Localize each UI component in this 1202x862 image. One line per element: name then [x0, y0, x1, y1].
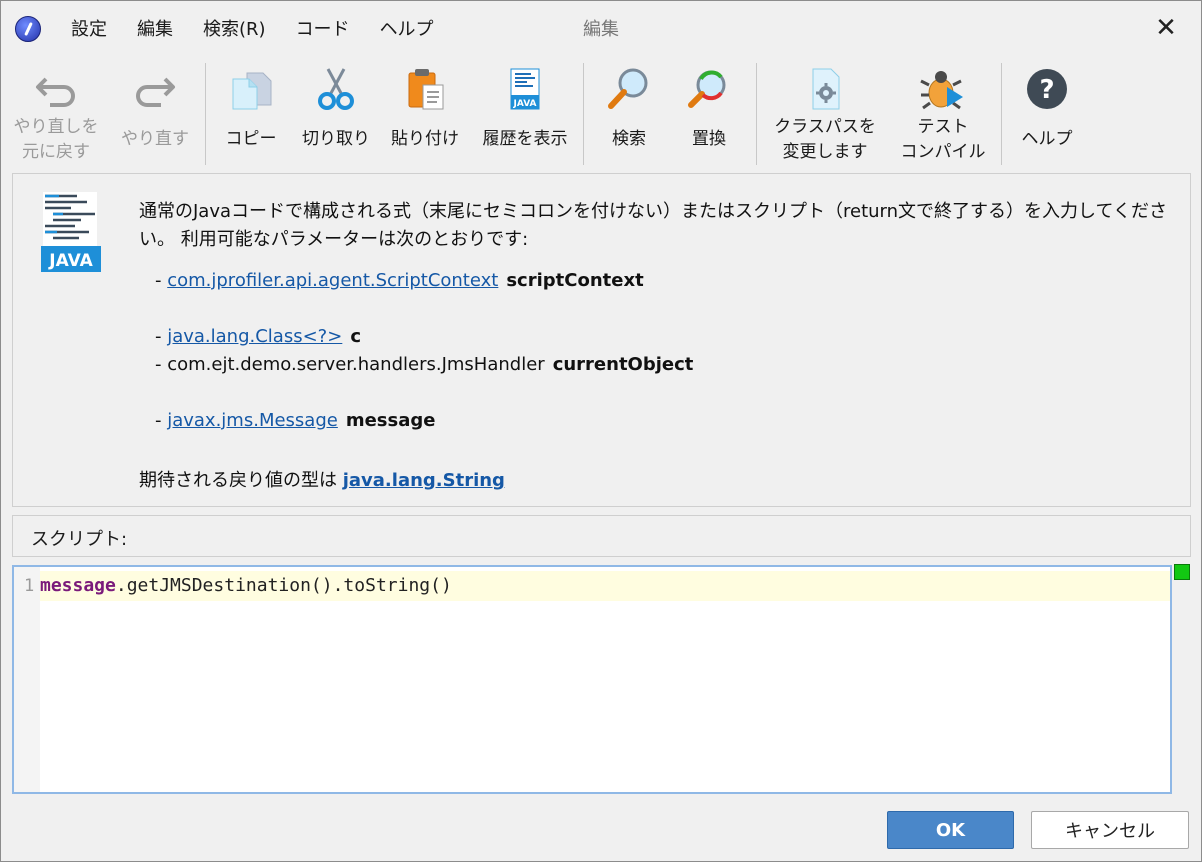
help-button[interactable]: ? ヘルプ: [1007, 57, 1087, 169]
toolbar: やり直しを 元に戻す やり直す コピー 切り取り 貼り付け JAVA 履歴を表示…: [1, 57, 1201, 169]
find-label: 検索: [612, 129, 646, 149]
param-type-link[interactable]: com.jprofiler.api.agent.ScriptContext: [167, 270, 498, 291]
undo-icon: [36, 77, 75, 107]
param-name: currentObject: [552, 354, 694, 375]
param-name: message: [345, 410, 436, 431]
return-type-line: 期待される戻り値の型は java.lang.String: [139, 466, 505, 492]
script-label-bar: スクリプト:: [12, 515, 1191, 557]
menu-settings[interactable]: 設定: [71, 15, 107, 41]
svg-text:JAVA: JAVA: [512, 99, 536, 109]
bug-icon: [920, 71, 963, 110]
svg-text:?: ?: [1039, 75, 1054, 105]
scissors-icon: [318, 68, 354, 110]
dialog-window: 設定 編集 検索(R) コード ヘルプ 編集 ✕ やり直しを 元に戻す やり直す: [0, 0, 1202, 862]
ok-button[interactable]: OK: [887, 811, 1014, 849]
magnifier-icon: [608, 68, 648, 109]
redo-button[interactable]: やり直す: [109, 57, 201, 169]
toolbar-separator: [205, 63, 206, 165]
cut-label: 切り取り: [302, 129, 370, 149]
compile-status-indicator: [1174, 564, 1190, 580]
replace-icon: [688, 70, 726, 108]
app-icon: [15, 16, 41, 42]
cancel-button[interactable]: キャンセル: [1031, 811, 1189, 849]
test-compile-label: テスト コンパイル: [900, 117, 986, 162]
copy-icon: [232, 72, 272, 110]
redo-label: やり直す: [121, 129, 189, 149]
redo-icon: [136, 77, 175, 107]
show-history-button[interactable]: JAVA 履歴を表示: [475, 57, 575, 169]
param-item: - java.lang.Class<?> c: [155, 326, 361, 347]
show-history-label: 履歴を表示: [482, 129, 568, 149]
change-classpath-label: クラスパスを 変更します: [774, 117, 876, 162]
param-item: - javax.jms.Message message: [155, 410, 436, 431]
info-description: 通常のJavaコードで構成される式（末尾にセミコロンを付けない）またはスクリプト…: [139, 201, 1167, 250]
undo-button[interactable]: やり直しを 元に戻す: [7, 57, 105, 169]
cut-button[interactable]: 切り取り: [295, 57, 377, 169]
paste-icon: [408, 69, 444, 110]
window-title: 編集: [583, 19, 619, 40]
code-line[interactable]: message.getJMSDestination().toString(): [40, 575, 452, 596]
line-number: 1: [24, 576, 35, 596]
close-icon[interactable]: ✕: [1146, 9, 1186, 47]
paste-button[interactable]: 貼り付け: [383, 57, 467, 169]
line-number-gutter: [14, 567, 40, 792]
return-type-link[interactable]: java.lang.String: [343, 470, 505, 491]
menu-help[interactable]: ヘルプ: [380, 15, 434, 41]
find-button[interactable]: 検索: [589, 57, 669, 169]
toolbar-separator: [1001, 63, 1002, 165]
param-item: - com.jprofiler.api.agent.ScriptContext s…: [155, 270, 644, 291]
toolbar-separator: [583, 63, 584, 165]
change-classpath-button[interactable]: クラスパスを 変更します: [763, 57, 887, 169]
return-type-prefix: 期待される戻り値の型は: [139, 470, 337, 491]
menu-edit[interactable]: 編集: [137, 15, 173, 41]
java-logo-icon: JAVA: [41, 192, 101, 272]
param-name: scriptContext: [506, 270, 644, 291]
menu-bar: 設定 編集 検索(R) コード ヘルプ: [71, 15, 464, 41]
undo-label: やり直しを 元に戻す: [13, 117, 99, 162]
script-label: スクリプト:: [31, 529, 128, 550]
help-icon: ?: [1027, 69, 1067, 109]
toolbar-separator: [756, 63, 757, 165]
replace-button[interactable]: 置換: [669, 57, 749, 169]
replace-label: 置換: [692, 129, 726, 149]
code-editor[interactable]: 1 message.getJMSDestination().toString(): [12, 565, 1172, 794]
param-item: - com.ejt.demo.server.handlers.JmsHandle…: [155, 354, 694, 375]
code-keyword: message: [40, 575, 116, 596]
test-compile-button[interactable]: テスト コンパイル: [891, 57, 995, 169]
param-type-link[interactable]: javax.jms.Message: [167, 410, 338, 431]
menu-search[interactable]: 検索(R): [203, 15, 266, 41]
copy-label: コピー: [225, 129, 277, 149]
param-type: com.ejt.demo.server.handlers.JmsHandler: [167, 354, 545, 375]
java-history-icon: JAVA: [510, 68, 540, 110]
help-label: ヘルプ: [1021, 129, 1073, 149]
param-name: c: [350, 326, 361, 347]
param-type-link[interactable]: java.lang.Class<?>: [167, 326, 342, 347]
classpath-gear-icon: [812, 68, 840, 110]
title-bar: 設定 編集 検索(R) コード ヘルプ 編集 ✕: [1, 1, 1201, 55]
paste-label: 貼り付け: [391, 129, 459, 149]
copy-button[interactable]: コピー: [211, 57, 291, 169]
info-panel: JAVA 通常のJavaコードで構成される式（末尾にセミコロンを付けない）または…: [12, 173, 1191, 507]
code-text: .getJMSDestination().toString(): [115, 575, 452, 596]
java-logo-text: JAVA: [48, 251, 93, 271]
menu-code[interactable]: コード: [296, 15, 350, 41]
